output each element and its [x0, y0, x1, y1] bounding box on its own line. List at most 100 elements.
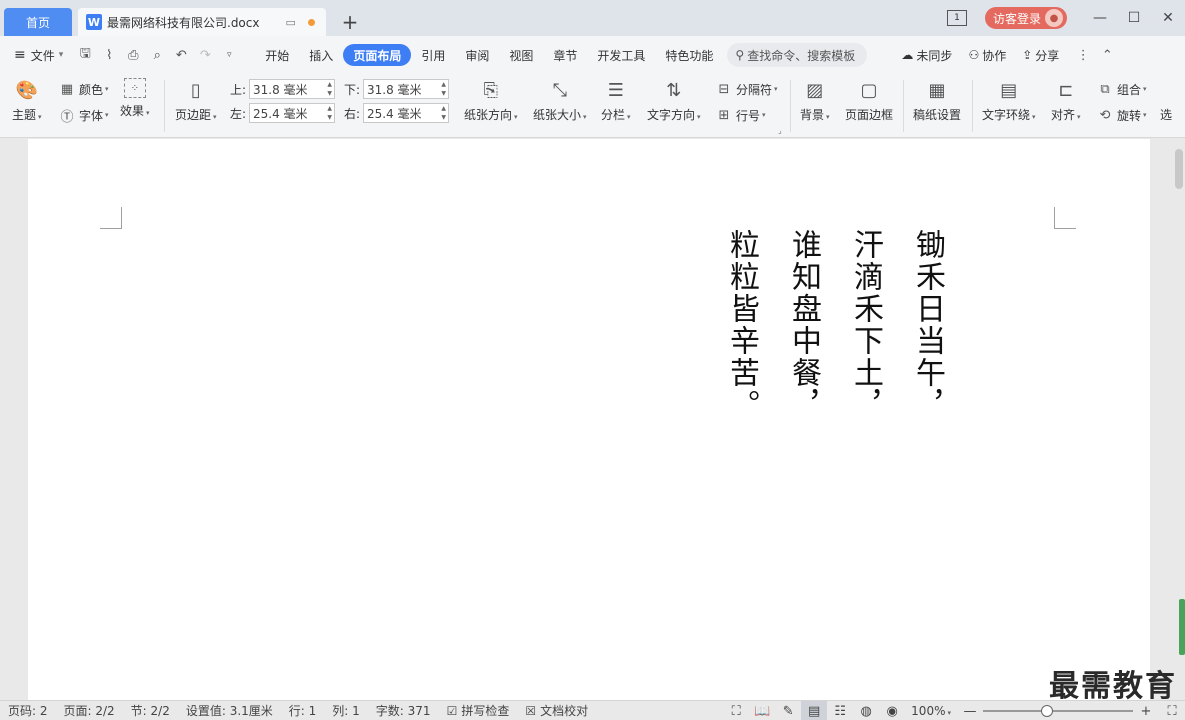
column-status[interactable]: 列: 1 — [324, 702, 368, 719]
quick-access-more-icon[interactable]: ▿ — [217, 44, 241, 66]
tab-chapter[interactable]: 章节 — [543, 44, 587, 66]
format-painter-icon[interactable]: ⌇ — [97, 44, 121, 66]
dialog-launcher-icon[interactable]: ⌟ — [778, 126, 782, 135]
row-status[interactable]: 行: 1 — [281, 702, 325, 719]
effects-button[interactable]: ⁘ 效果 ▾ — [120, 78, 150, 119]
new-tab-button[interactable]: + — [338, 8, 362, 36]
edit-pen-icon[interactable]: ✎ — [775, 701, 801, 720]
background-button[interactable]: ▨ 背景 ▾ — [800, 78, 830, 123]
file-menu[interactable]: ≡ 文件 ▾ — [0, 44, 73, 66]
align-button[interactable]: ⊏ 对齐 ▾ — [1051, 78, 1081, 123]
print-icon[interactable]: ⎙ — [121, 44, 145, 66]
tab-references[interactable]: 引用 — [411, 44, 455, 66]
window-mode-icon[interactable]: 1 — [946, 10, 967, 26]
tab-page-layout[interactable]: 页面布局 — [343, 44, 412, 66]
outline-view-icon[interactable]: ☷ — [827, 701, 853, 720]
print-preview-icon[interactable]: ⌕ — [145, 44, 169, 66]
page-border-button[interactable]: ▢ 页面边框 — [845, 78, 893, 123]
zoom-level[interactable]: 100% ▾ — [905, 704, 957, 718]
chevron-down-icon: ▾ — [58, 50, 64, 60]
spinner-icon[interactable]: ▲ ▼ — [327, 104, 332, 122]
text-wrap-button[interactable]: ▤ 文字环绕 ▾ — [982, 78, 1036, 123]
reading-mode-icon[interactable]: 📖 — [749, 701, 775, 720]
breaks-icon: ⊟ — [718, 81, 730, 97]
poem-line: 锄禾日当午， — [910, 229, 945, 421]
zoom-slider[interactable] — [983, 701, 1133, 720]
zoom-knob[interactable] — [1040, 705, 1053, 717]
left-margin-input[interactable]: 25.4 毫米 ▲ ▼ — [249, 103, 335, 123]
text-direction-icon: ⇅ — [666, 79, 682, 101]
page-view-icon[interactable]: ▤ — [801, 701, 828, 720]
setting-status[interactable]: 设置值: 3.1厘米 — [178, 702, 281, 719]
collaborate-button[interactable]: ⚇ 协作 — [960, 44, 1014, 66]
columns-button[interactable]: ☰ 分栏 ▾ — [601, 78, 631, 123]
spinner-icon[interactable]: ▲ ▼ — [327, 80, 332, 98]
scrollbar-thumb[interactable] — [1175, 149, 1183, 189]
theme-button[interactable]: 🎨 主题 ▾ — [12, 78, 42, 123]
more-options-icon[interactable]: ⋮ — [1071, 44, 1095, 66]
word-count-status[interactable]: 字数: 371 — [368, 702, 439, 719]
text-direction-button[interactable]: ⇅ 文字方向 ▾ — [647, 78, 701, 123]
poem-vertical-text[interactable]: 锄禾日当午， 汗滴禾下土， 谁知盘中餐， 粒粒皆辛苦。 — [710, 229, 958, 421]
group-button[interactable]: ⧉ 组合 ▾ — [1096, 80, 1146, 98]
tab-view[interactable]: 视图 — [499, 44, 543, 66]
undo-icon[interactable]: ↶ — [169, 44, 193, 66]
command-search-box[interactable]: ⚲ 查找命令、搜索模板 — [727, 43, 868, 67]
bottom-margin-input[interactable]: 31.8 毫米 ▲ ▼ — [363, 79, 449, 99]
status-bar: 页码: 2 页面: 2/2 节: 2/2 设置值: 3.1厘米 行: 1 列: … — [0, 700, 1185, 720]
ribbon-separator — [164, 80, 165, 132]
colors-button[interactable]: ▦ 颜色 ▾ — [58, 80, 109, 98]
spell-check-button[interactable]: ☑ 拼写检查 — [439, 702, 518, 719]
paper-size-button[interactable]: ⤡ 纸张大小 ▾ — [533, 78, 587, 123]
orientation-icon: ⎘ — [483, 79, 498, 101]
pages-status[interactable]: 页面: 2/2 — [56, 702, 123, 719]
web-view-icon[interactable]: ◍ — [853, 701, 879, 720]
rotate-button[interactable]: ⟲ 旋转 ▾ — [1096, 106, 1147, 124]
fullscreen-icon[interactable]: ⛶ — [723, 701, 749, 720]
minimize-button[interactable]: — — [1083, 4, 1117, 32]
zoom-out-button[interactable]: — — [957, 701, 983, 720]
collapse-ribbon-icon[interactable]: ⌃ — [1095, 44, 1119, 66]
zoom-in-button[interactable]: + — [1133, 701, 1159, 720]
sync-status-button[interactable]: ☁ 未同步 — [893, 44, 960, 66]
user-icon: ⚇ — [968, 48, 980, 62]
fit-page-icon[interactable]: ⛶ — [1159, 701, 1185, 720]
page-layout-ribbon: 🎨 主题 ▾ ▦ 颜色 ▾ Ⓣ 字体 ▾ ⁘ 效果 ▾ ▯ 页边距 ▾ 上: 31.8 毫… — [0, 74, 1185, 138]
redo-icon[interactable]: ↷ — [193, 44, 217, 66]
orientation-button[interactable]: ⎘ 纸张方向 ▾ — [464, 78, 518, 123]
right-margin-input[interactable]: 25.4 毫米 ▲ ▼ — [363, 103, 449, 123]
select-button[interactable]: 选 — [1160, 106, 1172, 123]
tab-developer[interactable]: 开发工具 — [587, 44, 655, 66]
home-tab[interactable]: 首页 — [4, 8, 72, 36]
maximize-button[interactable]: ☐ — [1117, 4, 1151, 32]
breaks-button[interactable]: ⊟ 分隔符 ▾ — [715, 80, 778, 98]
top-margin-input[interactable]: 31.8 毫米 ▲ ▼ — [249, 79, 335, 99]
share-button[interactable]: ⇪ 分享 — [1014, 44, 1067, 66]
manuscript-settings-button[interactable]: ▦ 稿纸设置 — [913, 78, 961, 123]
document-tab-title: 最需网络科技有限公司.docx — [107, 15, 260, 30]
tab-review[interactable]: 审阅 — [455, 44, 499, 66]
spinner-icon[interactable]: ▲ ▼ — [441, 104, 446, 122]
proofread-button[interactable]: ☒ 文档校对 — [517, 702, 596, 719]
spinner-icon[interactable]: ▲ ▼ — [441, 80, 446, 98]
tab-home[interactable]: 开始 — [255, 44, 299, 66]
document-page[interactable]: 锄禾日当午， 汗滴禾下土， 谁知盘中餐， 粒粒皆辛苦。 — [28, 139, 1150, 700]
close-button[interactable]: ✕ — [1151, 4, 1185, 32]
tab-insert[interactable]: 插入 — [299, 44, 343, 66]
page-number-status[interactable]: 页码: 2 — [0, 702, 56, 719]
tab-special-features[interactable]: 特色功能 — [655, 44, 723, 66]
manuscript-grid-icon: ▦ — [928, 79, 946, 101]
visitor-login-button[interactable]: 访客登录 ● — [984, 7, 1067, 29]
right-margin-label: 右: — [344, 107, 361, 121]
page-border-icon: ▢ — [860, 79, 878, 101]
document-tab[interactable]: W 最需网络科技有限公司.docx ▭ — [78, 8, 326, 36]
section-status[interactable]: 节: 2/2 — [123, 702, 178, 719]
vertical-scrollbar[interactable] — [1150, 139, 1185, 700]
save-icon[interactable]: 🖫 — [73, 44, 97, 66]
line-numbers-button[interactable]: ⊞ 行号 ▾ — [715, 106, 766, 124]
side-panel-indicator[interactable] — [1179, 599, 1185, 655]
eye-protection-icon[interactable]: ◉ — [879, 701, 905, 720]
monitor-icon[interactable]: ▭ — [285, 16, 295, 29]
fonts-button[interactable]: Ⓣ 字体 ▾ — [58, 106, 108, 125]
margins-button[interactable]: ▯ 页边距 ▾ — [175, 78, 217, 123]
